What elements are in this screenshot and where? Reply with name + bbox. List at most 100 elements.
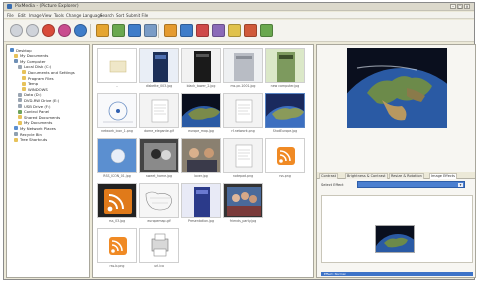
thumbnail[interactable]: ShotEurope.jpg	[265, 93, 305, 135]
thumbnail[interactable]: europemap.gif	[139, 183, 179, 225]
folder-icon	[18, 104, 22, 108]
wallpaper-icon[interactable]	[212, 24, 225, 37]
thumbnail-caption: network_icon_1.png	[101, 129, 133, 133]
tree-item-label: My Documents	[20, 53, 49, 59]
tree-item-label: Control Panel	[24, 109, 50, 115]
maximize-button[interactable]: □	[457, 4, 463, 9]
crop-icon[interactable]	[244, 24, 257, 37]
tree-item-label: Program Files	[28, 75, 54, 81]
thumbnail-caption: new computer.jpg	[270, 84, 300, 88]
thumbnail-image	[139, 93, 179, 128]
forward-icon[interactable]	[26, 24, 39, 37]
thumbnail-caption: europemap.gif	[147, 219, 171, 223]
menu-view[interactable]: View	[42, 13, 52, 18]
delete-icon[interactable]	[128, 24, 141, 37]
preview-image	[347, 48, 447, 128]
thumbnail-caption: rf-network.png	[231, 129, 255, 133]
settings-icon[interactable]	[260, 24, 273, 37]
thumbnail[interactable]: rss-b.png	[97, 228, 137, 270]
menu-image[interactable]: Image	[29, 13, 42, 18]
folder-icon	[18, 109, 22, 114]
thumbnail[interactable]: friends_party.jpg	[223, 183, 263, 225]
tree-item-label: My Computer	[20, 58, 46, 64]
thumbnail-caption: rss.png	[279, 174, 291, 178]
close-button[interactable]: ×	[464, 4, 470, 9]
thumbnail-caption: black_tower_2.jpg	[186, 84, 216, 88]
print-icon[interactable]	[180, 24, 193, 37]
globe-icon[interactable]	[74, 24, 87, 37]
menu-edit[interactable]: Edit	[18, 13, 26, 18]
tab-image-effects[interactable]: Image Effects	[429, 173, 457, 179]
tab-resize-rotation[interactable]: Resize & Rotation	[389, 173, 424, 179]
refresh-icon[interactable]	[42, 24, 55, 37]
back-icon[interactable]	[10, 24, 23, 37]
tree-item-label: USB Drive (F:)	[24, 103, 51, 109]
thumbnail-caption: Presentation.jpg	[188, 219, 214, 223]
select-effect-label: Select Effect	[321, 183, 344, 187]
move-icon[interactable]	[112, 24, 125, 37]
tree-item-label: WINDOWS	[28, 86, 48, 92]
thumbnail[interactable]: rf-network.png	[223, 93, 263, 135]
thumbnail-caption: diskette_003.jpg	[145, 84, 173, 88]
thumbnail[interactable]: RSS_ICON_01.jpg	[97, 138, 137, 180]
email-icon[interactable]	[196, 24, 209, 37]
folder-icon	[22, 76, 26, 80]
preview-panel: Contrast Brightness & Contrast Resize & Ro…	[316, 44, 476, 278]
thumbnail-image	[265, 138, 305, 173]
effect-caption: Effect: Normal	[324, 271, 346, 276]
rename-icon[interactable]	[144, 24, 157, 37]
thumbnail-caption: friends_party.jpg	[229, 219, 257, 223]
thumbnail[interactable]: notepad.png	[223, 138, 263, 180]
folder-tree[interactable]: Desktop My Documents My Computer Local Disk…	[6, 44, 90, 278]
thumbnail[interactable]: sweet_home.jpg	[139, 138, 179, 180]
thumbnail-caption: rss-b.png	[109, 264, 125, 268]
thumbnail[interactable]: ms-pc-1001.jpg	[223, 48, 263, 90]
menu-sort[interactable]: Sort	[116, 13, 124, 18]
slideshow-icon[interactable]	[164, 24, 177, 37]
toolbar-separator	[90, 24, 91, 38]
menu-submit-file[interactable]: Submit File	[126, 13, 148, 18]
thumbnail[interactable]: diskette_003.jpg	[139, 48, 179, 90]
chevron-down-icon[interactable]: ▾	[458, 183, 463, 187]
effect-preview-thumb	[375, 225, 415, 253]
tab-contrast[interactable]: Contrast	[319, 173, 338, 179]
thumbnail[interactable]: europe_map.jpg	[181, 93, 221, 135]
stop-icon[interactable]	[58, 24, 71, 37]
tree-item-label: Documents and Settings	[28, 69, 75, 75]
menu-tools[interactable]: Tools	[54, 13, 64, 18]
thumbnail	[265, 183, 305, 225]
thumbnail[interactable]: black_tower_2.jpg	[181, 48, 221, 90]
thumbnail-image	[181, 93, 221, 128]
tree-item-label: Recycle Bin	[20, 131, 42, 137]
thumbnail[interactable]: rss_03.jpg	[97, 183, 137, 225]
menu-search[interactable]: Search	[100, 13, 114, 18]
thumbnail-image	[139, 183, 179, 218]
thumbnail-caption: rss_03.jpg	[108, 219, 126, 223]
tree-item-label: My Network Places	[20, 125, 56, 131]
thumbnail[interactable]: url.ico	[139, 228, 179, 270]
thumbnail[interactable]: dome_elegante.gif	[139, 93, 179, 135]
minimize-button[interactable]: –	[450, 4, 456, 9]
thumbnail-image	[265, 48, 305, 83]
folder-icon	[22, 81, 26, 86]
thumbnail[interactable]: network_icon_1.png	[97, 93, 137, 135]
rotate-icon[interactable]	[228, 24, 241, 37]
tab-brightness-contrast[interactable]: Brightness & Contrast	[345, 173, 388, 179]
thumbnail[interactable]: new computer.jpg	[265, 48, 305, 90]
effect-dropdown[interactable]: ▾	[357, 181, 465, 188]
thumbnail[interactable]: Presentation.jpg	[181, 183, 221, 225]
thumbnail-grid[interactable]: .. diskette_003.jpg black_tower_2.jpg ms-pc…	[92, 44, 314, 278]
folder-icon	[14, 137, 18, 142]
folder-icon	[10, 48, 14, 52]
thumbnail[interactable]: lover.jpg	[181, 138, 221, 180]
menu-file[interactable]: File	[7, 13, 14, 18]
thumbnail-caption: ms-pc-1001.jpg	[230, 84, 256, 88]
thumbnail[interactable]: ..	[97, 48, 137, 90]
thumbnail[interactable]: rss.png	[265, 138, 305, 180]
folder-icon	[14, 59, 18, 64]
toolbar	[4, 20, 474, 42]
copy-icon[interactable]	[96, 24, 109, 37]
effect-status-bar: Effect: Normal	[321, 272, 473, 276]
folder-icon	[22, 70, 26, 75]
menu-change-language[interactable]: Change Language	[66, 13, 102, 18]
